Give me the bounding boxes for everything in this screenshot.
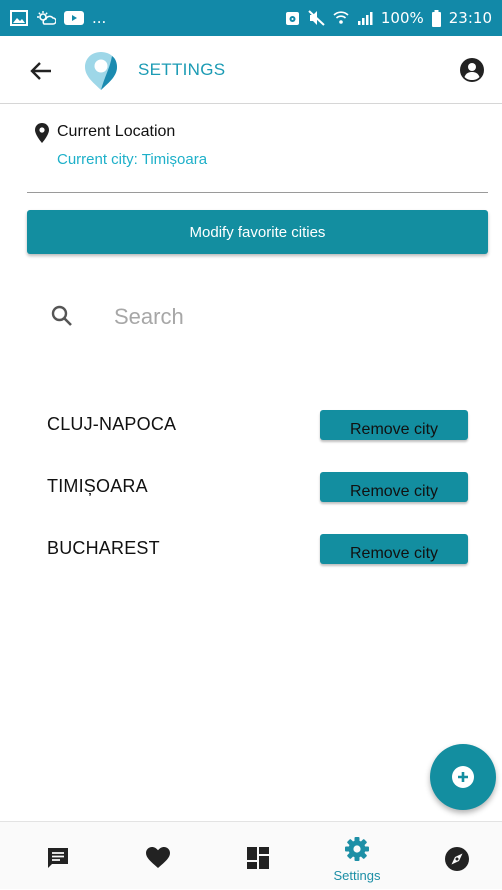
app-logo-icon: [82, 50, 120, 92]
battery-percent: 100%: [380, 9, 424, 27]
chat-icon: [48, 848, 68, 868]
status-overflow-text: ...: [92, 9, 107, 27]
add-circle-icon: [452, 766, 474, 788]
nav-item-dashboard[interactable]: [228, 822, 288, 890]
remove-city-button[interactable]: Remove city: [320, 534, 468, 564]
modify-favorite-cities-button[interactable]: Modify favorite cities: [27, 210, 488, 254]
search-icon: [50, 304, 74, 328]
weather-icon: [36, 10, 56, 26]
mute-icon: [308, 10, 325, 26]
search-input[interactable]: [112, 296, 476, 338]
account-circle-icon: [460, 58, 484, 82]
back-button[interactable]: [28, 58, 54, 84]
status-bar: ... 100% 23:10: [0, 0, 502, 36]
alarm-icon: [285, 10, 300, 26]
city-name: BUCHAREST: [47, 538, 160, 558]
city-row: TIMIȘOARA Remove city: [0, 472, 502, 506]
account-button[interactable]: [458, 56, 486, 84]
wifi-icon: [333, 10, 349, 26]
gallery-icon: [10, 10, 28, 26]
heart-icon: [146, 847, 170, 868]
nav-item-settings[interactable]: Settings: [327, 822, 387, 890]
nav-item-favorites[interactable]: [128, 822, 188, 890]
compass-icon: [445, 847, 469, 871]
app-bar: SETTINGS: [0, 36, 502, 104]
dashboard-icon: [247, 847, 269, 869]
add-city-fab[interactable]: [430, 744, 496, 810]
page-title: SETTINGS: [138, 60, 226, 79]
current-location-label: Current Location: [57, 123, 176, 140]
youtube-icon: [64, 11, 84, 25]
current-location-section: Current Location Current city: Timișoara: [0, 104, 502, 192]
status-bar-left: ...: [10, 9, 106, 27]
battery-icon: [431, 9, 441, 27]
city-row: CLUJ-NAPOCA Remove city: [0, 410, 502, 444]
current-city-text: Current city: Timișoara: [57, 151, 208, 168]
city-row: BUCHAREST Remove city: [0, 534, 502, 568]
status-bar-right: 100% 23:10: [285, 9, 492, 27]
nav-item-explore[interactable]: [427, 822, 487, 890]
remove-city-button[interactable]: Remove city: [320, 472, 468, 502]
city-name: TIMIȘOARA: [47, 476, 148, 496]
clock: 23:10: [448, 9, 492, 27]
remove-city-button[interactable]: Remove city: [320, 410, 468, 440]
location-pin-icon: [34, 122, 50, 144]
back-arrow-icon: [30, 62, 51, 80]
nav-item-chat[interactable]: [28, 822, 88, 890]
section-divider: [27, 192, 488, 193]
nav-label-settings: Settings: [333, 868, 381, 883]
bottom-navigation: Settings: [0, 821, 502, 889]
gear-icon: [345, 837, 369, 861]
signal-icon: [357, 11, 373, 25]
city-name: CLUJ-NAPOCA: [47, 414, 177, 434]
